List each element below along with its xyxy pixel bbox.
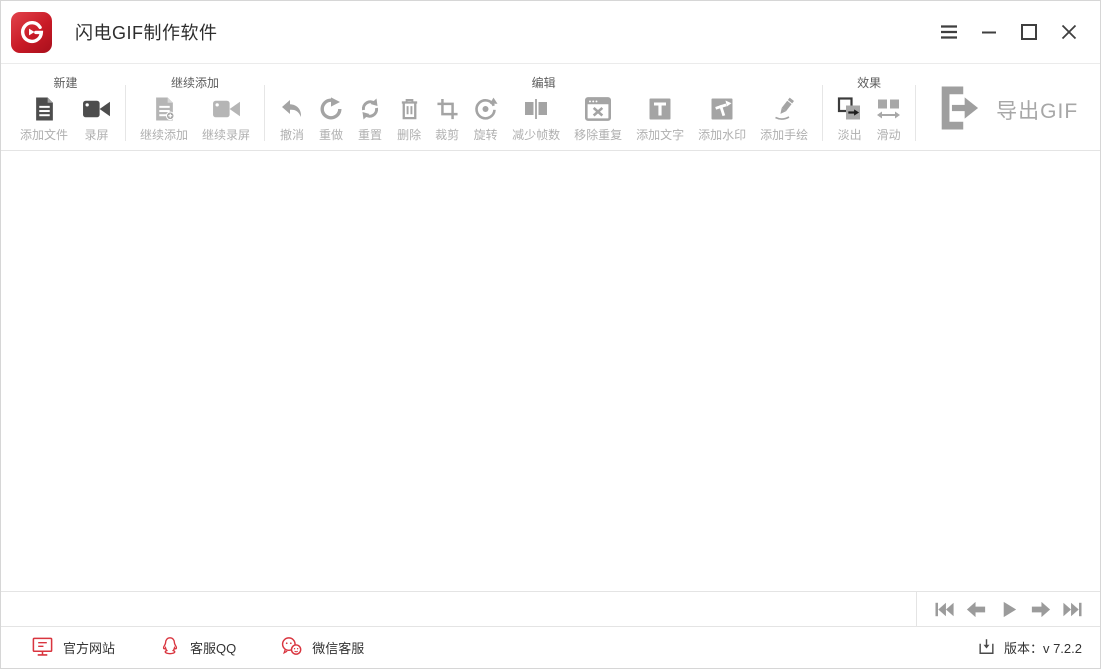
app-title: 闪电GIF制作软件 (75, 19, 218, 45)
qq-support-label: 客服QQ (190, 638, 236, 657)
toolbar-item-label: 重做 (319, 126, 343, 143)
toolbar-item-reset[interactable]: 重置 (350, 94, 390, 143)
add-watermark-icon (710, 94, 734, 124)
toolbar-item-label: 撤消 (280, 126, 304, 143)
version-info[interactable]: 版本：v 7.2.2 (977, 637, 1082, 659)
toolbar-group-continue: 继续添加 继续添加 (129, 64, 261, 150)
export-gif-button[interactable]: 导出GIF (919, 64, 1088, 150)
maximize-icon[interactable] (1013, 17, 1044, 48)
toolbar-separator (125, 85, 126, 141)
wechat-support-label: 微信客服 (312, 638, 364, 657)
slide-effect-icon (876, 94, 901, 124)
screen-record-icon (82, 94, 111, 124)
add-text-icon (648, 94, 672, 124)
delete-icon (398, 94, 421, 124)
canvas-area (1, 151, 1100, 591)
toolbar-item-label: 添加水印 (698, 126, 746, 143)
fade-effect-icon (837, 94, 862, 124)
status-bar: 官方网站 客服QQ 微信客服 (1, 626, 1100, 668)
toolbar-item-label: 减少帧数 (512, 126, 560, 143)
redo-icon (319, 94, 343, 124)
toolbar-item-label: 重置 (358, 126, 382, 143)
toolbar-item-label: 旋转 (474, 126, 498, 143)
toolbar-item-add-drawing[interactable]: 添加手绘 (753, 94, 815, 143)
toolbar-item-label: 裁剪 (435, 126, 459, 143)
toolbar-item-screen-record[interactable]: 录屏 (75, 94, 118, 143)
qq-support-icon (159, 635, 181, 661)
update-download-icon (977, 637, 996, 659)
toolbar-item-add-watermark[interactable]: 添加水印 (691, 94, 753, 143)
group-label: 效果 (830, 74, 908, 91)
toolbar-item-rotate[interactable]: 旋转 (466, 94, 505, 143)
toolbar-item-label: 继续添加 (140, 126, 188, 143)
toolbar-item-crop[interactable]: 裁剪 (428, 94, 466, 143)
toolbar-item-delete[interactable]: 删除 (390, 94, 428, 143)
official-website-label: 官方网站 (63, 638, 115, 657)
reduce-frames-icon (522, 94, 550, 124)
official-website-icon (31, 635, 54, 661)
title-bar: 闪电GIF制作软件 (1, 1, 1100, 63)
undo-icon (279, 94, 305, 124)
minimize-icon[interactable] (973, 17, 1004, 48)
app-window: 闪电GIF制作软件 新建 (0, 0, 1101, 669)
toolbar-item-label: 添加文字 (636, 126, 684, 143)
toolbar-item-label: 滑动 (877, 126, 901, 143)
next-frame-icon[interactable] (1028, 597, 1053, 622)
window-controls (933, 17, 1084, 48)
toolbar-group-edit: 编辑 撤消 (268, 64, 819, 150)
group-label: 继续添加 (133, 74, 257, 91)
toolbar-item-add-text[interactable]: 添加文字 (629, 94, 691, 143)
version-label: 版本：v 7.2.2 (1004, 638, 1082, 657)
play-icon[interactable] (996, 597, 1021, 622)
playback-bar (1, 591, 1100, 626)
playback-controls (916, 592, 1100, 626)
qq-support-link[interactable]: 客服QQ (159, 635, 236, 661)
toolbar-group-new: 新建 添加文件 (9, 64, 122, 150)
toolbar-item-label: 录屏 (85, 126, 109, 143)
official-website-link[interactable]: 官方网站 (31, 635, 115, 661)
close-icon[interactable] (1053, 17, 1084, 48)
skip-to-start-icon[interactable] (932, 597, 957, 622)
toolbar-item-fade[interactable]: 淡出 (830, 94, 869, 143)
group-label: 编辑 (272, 74, 815, 91)
toolbar-group-effects: 效果 淡出 (826, 64, 912, 150)
export-gif-icon (934, 84, 984, 137)
toolbar-item-redo[interactable]: 重做 (312, 94, 350, 143)
toolbar-item-label: 添加文件 (20, 126, 68, 143)
menu-icon[interactable] (933, 17, 964, 48)
toolbar-item-label: 继续录屏 (202, 126, 250, 143)
toolbar-item-reduce-frames[interactable]: 减少帧数 (505, 94, 567, 143)
toolbar-item-add-file[interactable]: 添加文件 (13, 94, 75, 143)
toolbar-separator (822, 85, 823, 141)
wechat-support-icon (280, 635, 303, 661)
toolbar-item-label: 淡出 (838, 126, 862, 143)
previous-frame-icon[interactable] (964, 597, 989, 622)
toolbar-item-label: 删除 (397, 126, 421, 143)
add-file-icon (33, 94, 56, 124)
reset-icon (357, 94, 383, 124)
toolbar-item-continue-add[interactable]: 继续添加 (133, 94, 195, 143)
remove-duplicates-icon (585, 94, 611, 124)
group-label: 新建 (13, 74, 118, 91)
app-logo-icon (11, 12, 52, 53)
continue-screen-record-icon (212, 94, 241, 124)
export-gif-label: 导出GIF (996, 95, 1078, 125)
toolbar-item-continue-record[interactable]: 继续录屏 (195, 94, 257, 143)
crop-icon (436, 94, 459, 124)
wechat-support-link[interactable]: 微信客服 (280, 635, 364, 661)
toolbar-item-remove-duplicates[interactable]: 移除重复 (567, 94, 629, 143)
main-toolbar: 新建 添加文件 (1, 63, 1100, 151)
skip-to-end-icon[interactable] (1060, 597, 1085, 622)
continue-add-file-icon (153, 94, 176, 124)
add-drawing-icon (772, 94, 797, 124)
toolbar-item-slide[interactable]: 滑动 (869, 94, 908, 143)
toolbar-item-label: 移除重复 (574, 126, 622, 143)
rotate-icon (473, 94, 498, 124)
toolbar-separator (264, 85, 265, 141)
toolbar-item-undo[interactable]: 撤消 (272, 94, 312, 143)
toolbar-item-label: 添加手绘 (760, 126, 808, 143)
toolbar-separator (915, 85, 916, 141)
